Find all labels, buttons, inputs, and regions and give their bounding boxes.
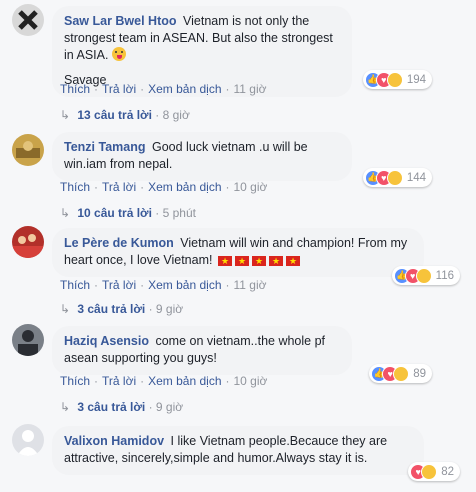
vietnam-flags	[217, 253, 300, 270]
comment-actions: Thích · Trả lời · Xem bản dịch · 11 giờ	[60, 82, 267, 96]
reactions-badge[interactable]: 👍 ♥ 194	[362, 70, 432, 89]
reactions-badge[interactable]: 👍 ♥ 116	[391, 266, 460, 285]
vietnam-flag-icon	[234, 253, 249, 270]
like-link[interactable]: Thích	[60, 374, 90, 388]
avatar[interactable]	[12, 324, 44, 356]
haha-reaction-icon	[421, 463, 438, 480]
vietnam-flag-icon	[285, 253, 300, 270]
like-link[interactable]: Thích	[60, 278, 90, 292]
reply-arrow-icon: ↳	[60, 206, 71, 220]
avatar[interactable]	[12, 424, 44, 456]
view-replies-link[interactable]: ↳ 10 câu trả lời · 5 phút	[60, 206, 196, 220]
reply-count[interactable]: 10 câu trả lời	[77, 206, 152, 220]
reply-link[interactable]: Trả lời	[102, 374, 136, 388]
comment-actions: Thích · Trả lời · Xem bản dịch · 10 giờ	[60, 374, 268, 388]
reaction-count: 194	[406, 73, 426, 86]
comment-author[interactable]: Le Père de Kumon	[64, 236, 174, 250]
avatar[interactable]	[12, 134, 44, 166]
view-replies-link[interactable]: ↳ 3 câu trả lời · 9 giờ	[60, 400, 183, 414]
haha-reaction-icon	[386, 71, 403, 88]
reaction-count: 82	[441, 465, 454, 478]
vietnam-flag-icon	[251, 253, 266, 270]
comment-author[interactable]: Haziq Asensio	[64, 334, 149, 348]
tongue-emoji-icon	[111, 47, 126, 61]
reply-link[interactable]: Trả lời	[102, 82, 136, 96]
comment-time[interactable]: 11 giờ	[234, 82, 267, 96]
haha-reaction-icon	[393, 365, 410, 382]
reply-arrow-icon: ↳	[60, 108, 71, 122]
comment-actions: Thích · Trả lời · Xem bản dịch · 11 giờ	[60, 278, 267, 292]
comment-bubble: Valixon Hamidov I like Vietnam people.Be…	[52, 426, 424, 475]
reaction-count: 116	[435, 269, 454, 282]
comment-author[interactable]: Valixon Hamidov	[64, 434, 164, 448]
reply-count[interactable]: 13 câu trả lời	[77, 108, 152, 122]
reply-link[interactable]: Trả lời	[102, 180, 136, 194]
comment-bubble: Le Père de Kumon Vietnam will win and ch…	[52, 228, 424, 277]
view-replies-link[interactable]: ↳ 13 câu trả lời · 8 giờ	[60, 108, 190, 122]
reply-arrow-icon: ↳	[60, 400, 71, 414]
reply-time: 9 giờ	[155, 302, 184, 316]
comment-actions: Thích · Trả lời · Xem bản dịch · 10 giờ	[60, 180, 268, 194]
reply-time: 5 phút	[162, 206, 196, 220]
avatar[interactable]	[12, 4, 44, 36]
translate-link[interactable]: Xem bản dịch	[148, 374, 221, 388]
translate-link[interactable]: Xem bản dịch	[148, 82, 221, 96]
haha-reaction-icon	[415, 267, 432, 284]
reply-link[interactable]: Trả lời	[102, 278, 136, 292]
comment-time[interactable]: 10 giờ	[234, 374, 268, 388]
comment-bubble: Haziq Asensio come on vietnam..the whole…	[52, 326, 352, 375]
reactions-badge[interactable]: 👍 ♥ 89	[369, 364, 432, 383]
reply-time: 8 giờ	[162, 108, 190, 122]
reply-arrow-icon: ↳	[60, 302, 71, 316]
like-link[interactable]: Thích	[60, 82, 90, 96]
like-link[interactable]: Thích	[60, 180, 90, 194]
reaction-count: 89	[413, 367, 426, 380]
view-replies-link[interactable]: ↳ 3 câu trả lời · 9 giờ	[60, 302, 183, 316]
comment-author[interactable]: Tenzi Tamang	[64, 140, 146, 154]
avatar[interactable]	[12, 226, 44, 258]
vietnam-flag-icon	[268, 253, 283, 270]
translate-link[interactable]: Xem bản dịch	[148, 180, 221, 194]
comment-time[interactable]: 11 giờ	[234, 278, 267, 292]
vietnam-flag-icon	[217, 253, 232, 270]
reactions-badge[interactable]: ♥ 82	[408, 462, 460, 481]
haha-reaction-icon	[386, 169, 403, 186]
comment-time[interactable]: 10 giờ	[234, 180, 268, 194]
comment-author[interactable]: Saw Lar Bwel Htoo	[64, 14, 177, 28]
reply-count[interactable]: 3 câu trả lời	[77, 302, 145, 316]
reply-count[interactable]: 3 câu trả lời	[77, 400, 145, 414]
comment-bubble: Tenzi Tamang Good luck vietnam .u will b…	[52, 132, 352, 181]
reaction-count: 144	[406, 171, 426, 184]
translate-link[interactable]: Xem bản dịch	[148, 278, 221, 292]
reactions-badge[interactable]: 👍 ♥ 144	[362, 168, 432, 187]
reply-time: 9 giờ	[155, 400, 184, 414]
